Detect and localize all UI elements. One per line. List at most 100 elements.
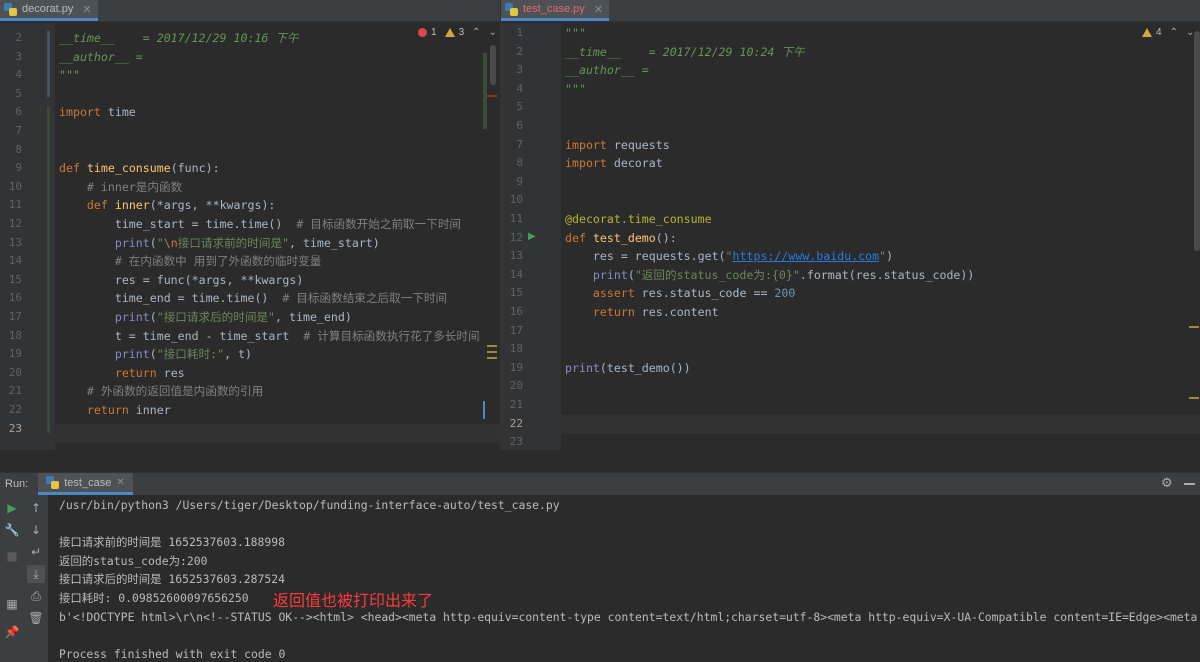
line-number: 2 xyxy=(516,44,523,58)
scrollbar[interactable] xyxy=(1194,31,1200,251)
line-number: 1 xyxy=(516,26,523,39)
warning-stripe xyxy=(487,351,497,353)
arrow-up-icon[interactable]: ↑ xyxy=(27,499,45,517)
line-number: 6 xyxy=(516,119,523,132)
code-line[interactable]: print("返回的status_code为:{0}".format(res.s… xyxy=(565,266,974,285)
line-number: 17 xyxy=(509,323,523,337)
right-inspection-widget[interactable]: 4 ⌃ ⌄ xyxy=(1142,27,1194,38)
scroll-position-marker xyxy=(483,401,485,419)
code-line[interactable]: __author__ = xyxy=(59,48,143,67)
arrow-down-icon[interactable]: ↓ xyxy=(27,521,45,539)
line-number: 3 xyxy=(516,63,523,77)
rerun-icon[interactable]: ▶ xyxy=(3,499,21,517)
code-line[interactable]: time_start = time.time() # 目标函数开始之前取一下时间 xyxy=(59,215,461,234)
python-file-icon xyxy=(4,2,17,16)
tab-label: test_case.py xyxy=(523,3,585,15)
warning-count: 4 xyxy=(1156,27,1162,38)
code-line[interactable]: time_end = time.time() # 目标函数结束之后取一下时间 xyxy=(59,289,447,308)
code-line[interactable]: """ xyxy=(565,80,586,99)
console-line: 接口耗时: 0.09852600097656250 xyxy=(59,591,249,605)
code-line[interactable]: res = func(*args, **kwargs) xyxy=(59,271,303,290)
minimize-icon[interactable] xyxy=(1184,483,1195,485)
trash-icon[interactable]: 🗑 xyxy=(27,609,45,627)
code-line[interactable]: import decorat xyxy=(565,154,663,173)
chevron-up-icon[interactable]: ⌃ xyxy=(1170,27,1178,38)
print-icon[interactable]: ⎙ xyxy=(27,587,45,605)
code-line[interactable]: res = requests.get("https://www.baidu.co… xyxy=(565,247,893,266)
code-line[interactable]: __time__ = 2017/12/29 10:24 下午 xyxy=(565,43,805,62)
code-line[interactable]: print("接口请求后的时间是", time_end) xyxy=(59,308,352,327)
run-tab-test-case[interactable]: test_case ✕ xyxy=(38,473,133,495)
line-number: 9 xyxy=(516,174,523,188)
run-toolbar-left: ▶ 🔧 ■ ▦ 📌 xyxy=(0,495,24,662)
console-line: Process finished with exit code 0 xyxy=(59,646,286,661)
code-line[interactable]: __author__ = xyxy=(565,61,649,80)
run-gutter-icon[interactable]: ▶ xyxy=(528,231,536,242)
code-line[interactable]: return res.content xyxy=(565,303,719,322)
warning-count: 3 xyxy=(458,27,465,38)
code-line[interactable]: # 在内函数中 用到了外函数的临时变量 xyxy=(59,252,321,271)
code-line[interactable]: # 外函数的返回值是内函数的引用 xyxy=(59,382,263,401)
close-icon[interactable]: ✕ xyxy=(594,3,603,16)
close-icon[interactable]: ✕ xyxy=(82,3,91,16)
code-line[interactable]: """ xyxy=(565,24,586,43)
code-line[interactable]: def inner(*args, **kwargs): xyxy=(59,196,275,215)
line-number: 17 xyxy=(8,310,22,323)
scrollbar[interactable] xyxy=(490,45,496,85)
line-number: 18 xyxy=(509,342,523,356)
line-number: 2 xyxy=(15,31,22,44)
chevron-up-icon[interactable]: ⌃ xyxy=(472,27,480,38)
line-number: 16 xyxy=(8,291,22,305)
chevron-down-icon[interactable]: ⌄ xyxy=(489,27,497,38)
console-line: b'<!DOCTYPE html>\r\n<!--STATUS OK--><ht… xyxy=(59,609,1200,624)
left-tab-bar: decorat.py ✕ xyxy=(0,0,500,22)
stop-icon[interactable]: ■ xyxy=(3,547,21,565)
left-editor[interactable]: 2 __time__ = 2017/12/29 10:16 下午 3 __author… xyxy=(0,23,500,450)
code-line[interactable]: def time_consume(func): xyxy=(59,159,220,178)
line-number: 9 xyxy=(15,161,22,175)
code-line[interactable]: import requests xyxy=(565,136,670,155)
line-number: 8 xyxy=(15,142,22,156)
code-line[interactable]: return res xyxy=(59,364,185,383)
layout-icon[interactable]: ▦ xyxy=(3,595,21,613)
console-line: 接口请求后的时间是 1652537603.287524 xyxy=(59,572,285,587)
wrench-icon[interactable]: 🔧 xyxy=(3,521,21,539)
line-number: 5 xyxy=(516,100,523,114)
code-line[interactable]: assert res.status_code == 200 xyxy=(565,284,795,303)
chevron-down-icon[interactable]: ⌄ xyxy=(1186,27,1194,38)
code-line[interactable]: # inner是内函数 xyxy=(59,178,182,197)
code-line[interactable]: def test_demo(): xyxy=(565,229,677,248)
line-number: 10 xyxy=(509,193,523,207)
line-number: 23 xyxy=(509,435,523,449)
code-line[interactable]: __time__ = 2017/12/29 10:16 下午 xyxy=(59,29,299,48)
tab-test-case-py[interactable]: test_case.py ✕ xyxy=(501,0,609,21)
change-stripe xyxy=(483,53,487,129)
scroll-to-end-icon[interactable]: ⤓ xyxy=(27,565,45,583)
line-number: 13 xyxy=(509,249,523,263)
code-line[interactable]: print("\n接口请求前的时间是", time_start) xyxy=(59,234,380,253)
tab-decorat-py[interactable]: decorat.py ✕ xyxy=(0,0,98,21)
run-label: Run: xyxy=(5,478,29,490)
error-stripe xyxy=(487,95,497,97)
line-number: 7 xyxy=(516,137,523,151)
gear-icon[interactable]: ⚙ xyxy=(1161,476,1173,491)
right-editor[interactable]: ▶ 1 """ 2 __time__ = 2017/12/29 10:24 下午 3 __… xyxy=(501,23,1200,450)
soft-wrap-icon[interactable]: ↵ xyxy=(27,543,45,561)
line-number: 11 xyxy=(509,212,523,225)
code-line[interactable]: import time xyxy=(59,103,136,122)
code-line[interactable]: """ xyxy=(59,66,80,85)
code-line[interactable]: print("接口耗时:", t) xyxy=(59,345,252,364)
run-header: Run: test_case ✕ ⚙ xyxy=(0,473,1200,495)
code-line[interactable]: @decorat.time_consume xyxy=(565,210,712,229)
code-line[interactable]: return inner xyxy=(59,401,171,420)
code-line[interactable]: t = time_end - time_start # 计算目标函数执行花了多长… xyxy=(59,327,480,346)
red-annotation: 返回值也被打印出来了 xyxy=(273,591,434,610)
current-line-highlight xyxy=(55,424,500,443)
warning-icon xyxy=(1142,28,1152,37)
pin-icon[interactable]: 📌 xyxy=(3,623,21,641)
line-number: 12 xyxy=(8,217,22,230)
left-inspection-widget[interactable]: 1 3 ⌃ ⌄ xyxy=(418,27,497,38)
close-icon[interactable]: ✕ xyxy=(116,477,124,488)
code-line[interactable]: print(test_demo()) xyxy=(565,359,691,378)
line-number: 22 xyxy=(8,403,22,416)
